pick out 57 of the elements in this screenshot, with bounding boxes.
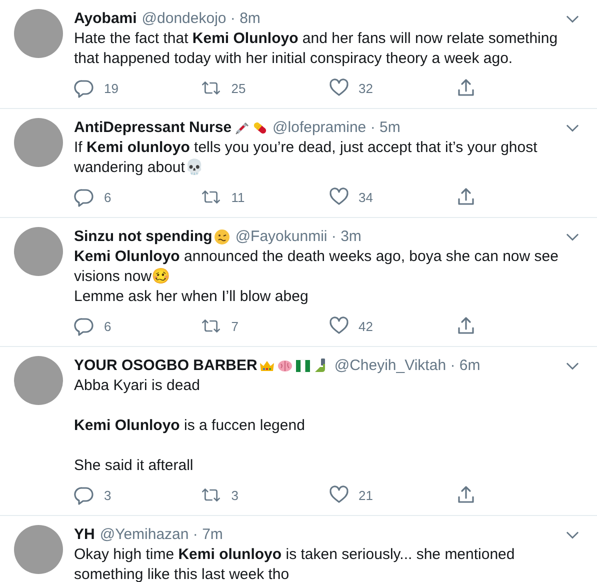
retweet-count: 3 xyxy=(231,488,238,502)
tweet-text: Kemi Olunloyo is a fuccen legend xyxy=(74,417,305,434)
retweet-count: 11 xyxy=(231,190,245,204)
retweet-count: 7 xyxy=(231,318,238,334)
share-icon[interactable] xyxy=(456,78,476,98)
chevron-down-icon[interactable] xyxy=(566,233,579,241)
woozy-face-emoji-icon xyxy=(214,229,230,245)
display-name[interactable]: YH xyxy=(74,525,95,545)
handle-and-time: @dondekojo · 8m xyxy=(142,9,260,29)
avatar-photo-placeholder xyxy=(14,525,63,574)
reply-count: 6 xyxy=(104,318,112,334)
chevron-down-icon[interactable] xyxy=(566,124,579,132)
share-icon[interactable] xyxy=(456,316,476,336)
reply-count: 6 xyxy=(104,190,112,204)
chevron-down-icon[interactable] xyxy=(566,531,579,539)
avatar-photo-placeholder xyxy=(14,227,63,276)
handle-and-time: @Cheyih_Viktah · 6m xyxy=(334,356,480,376)
avatar-photo-placeholder xyxy=(14,9,63,58)
handle-and-time: @Yemihazan · 7m xyxy=(100,525,223,545)
reply-icon[interactable] xyxy=(74,485,94,505)
like-count: 42 xyxy=(358,318,373,334)
like-count: 21 xyxy=(358,488,373,502)
pill-emoji-icon xyxy=(252,120,268,136)
heart-icon[interactable] xyxy=(328,78,348,98)
reply-icon[interactable] xyxy=(74,187,94,207)
brain-emoji-icon xyxy=(277,358,294,374)
heart-icon[interactable] xyxy=(328,187,348,207)
like-count: 34 xyxy=(358,190,373,204)
tweet-text: If Kemi olunloyo tells you you’re dead, just accept that it’s your ghost wandering about💀 xyxy=(74,139,538,176)
tweet-text: Okay high time Kemi olunloyo is taken seriously... she mentioned something like this last week tho xyxy=(74,546,515,582)
tweet-text: Hate the fact that Kemi Olunloyo and her fans will now relate something that happened today with her initial conspiracy theory a week ago. xyxy=(74,30,558,67)
tweet-text: Abba Kyari is dead xyxy=(74,377,200,394)
reply-count: 19 xyxy=(104,80,118,96)
handle-and-time: @lofepramine · 5m xyxy=(272,118,400,138)
syringe-emoji-icon xyxy=(234,120,250,136)
chevron-down-icon[interactable] xyxy=(566,362,579,370)
handle-and-time: @Fayokunmii · 3m xyxy=(235,227,362,247)
reply-icon[interactable] xyxy=(74,78,94,98)
display-name[interactable]: AntiDepressant Nurse xyxy=(74,118,232,138)
avatar-photo-placeholder xyxy=(14,356,63,405)
heart-icon[interactable] xyxy=(328,485,348,505)
retweet-count: 25 xyxy=(231,80,246,96)
display-name[interactable]: YOUR OSOGBO BARBER xyxy=(74,356,258,376)
reply-icon[interactable] xyxy=(74,316,94,336)
avatar-photo-placeholder xyxy=(14,118,63,167)
reply-count: 3 xyxy=(104,488,112,502)
share-icon[interactable] xyxy=(456,187,476,207)
like-count: 32 xyxy=(358,80,373,96)
display-name[interactable]: Sinzu not spending xyxy=(74,227,212,247)
tweet-text: Kemi Olunloyo announced the death weeks ago, boya she can now see visions now🥴 xyxy=(74,248,558,285)
share-icon[interactable] xyxy=(456,485,476,505)
tweet-text: Lemme ask her when I’ll blow abeg xyxy=(74,288,308,305)
chevron-down-icon[interactable] xyxy=(566,15,579,23)
display-name[interactable]: Ayobami xyxy=(74,9,137,29)
flag-emoji-icon xyxy=(295,358,312,374)
heart-icon[interactable] xyxy=(328,316,348,336)
tweet-text: She said it afterall xyxy=(74,457,194,474)
